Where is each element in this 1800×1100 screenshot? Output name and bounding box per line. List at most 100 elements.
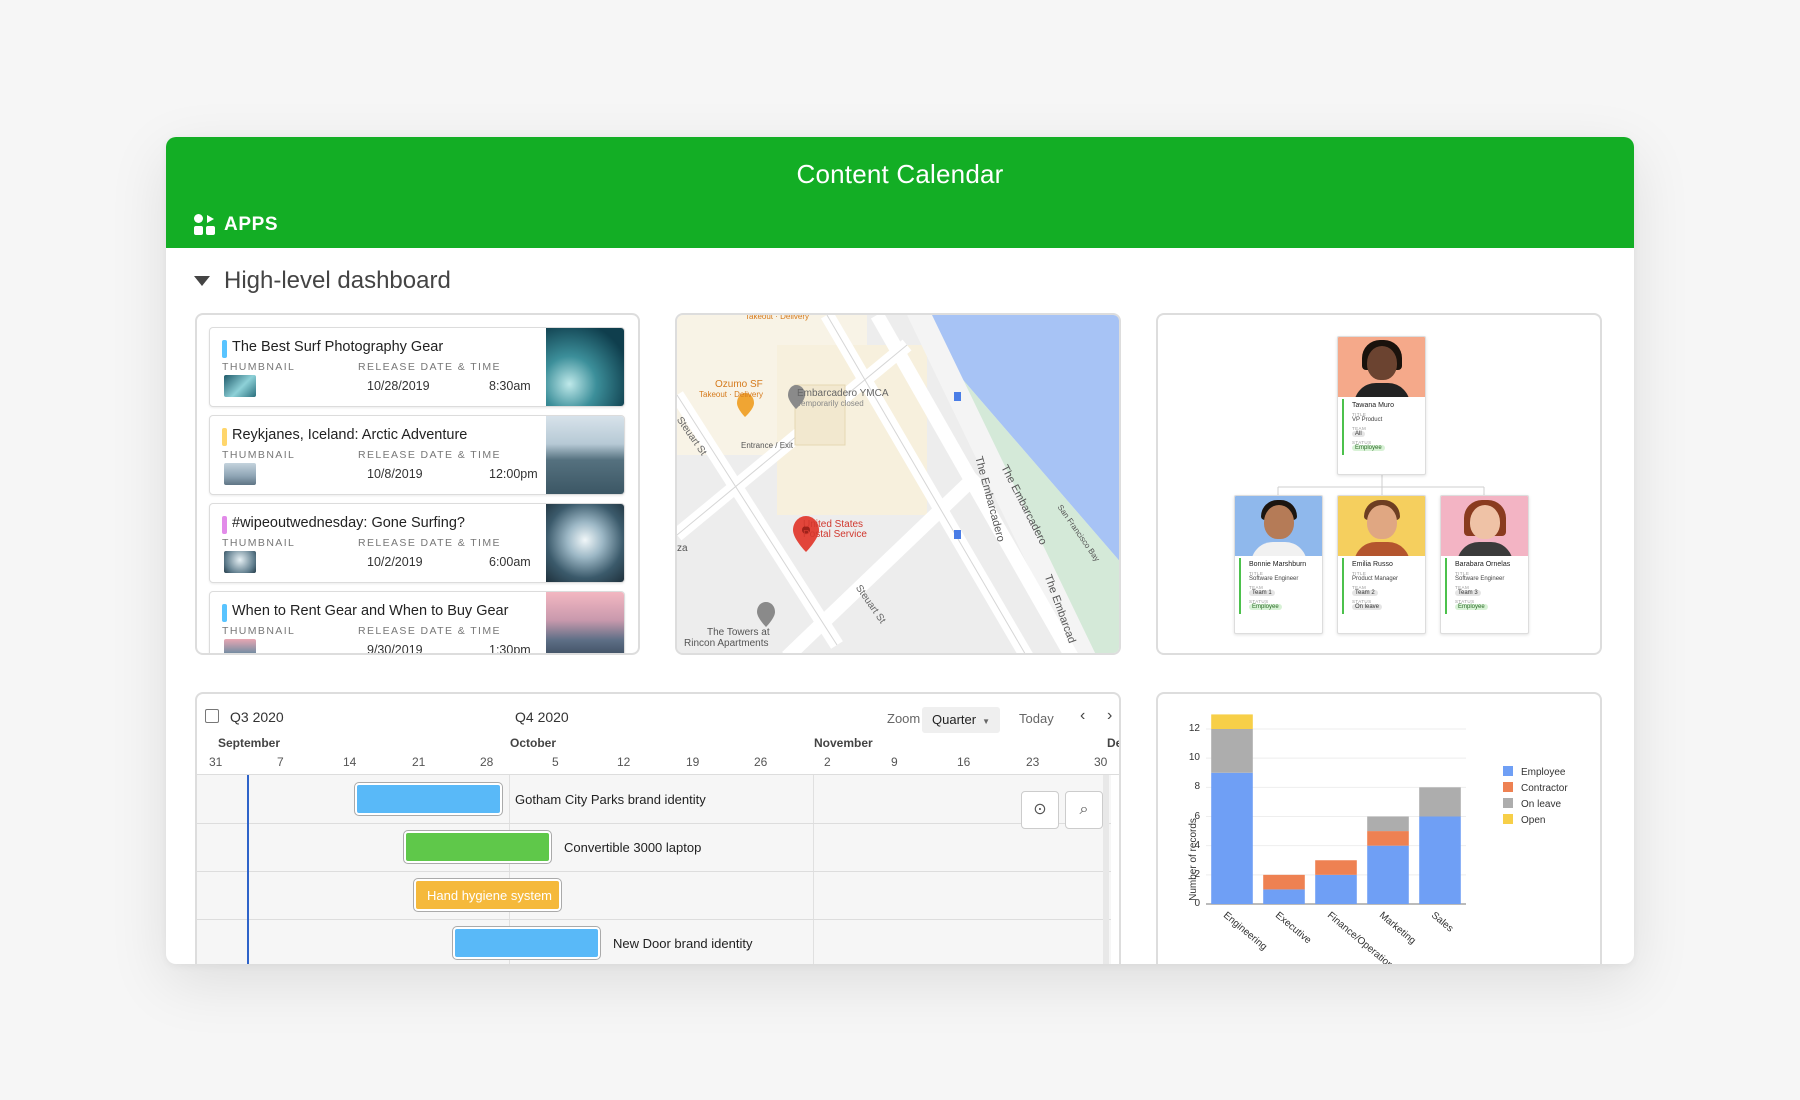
legend-item: Contractor [1503, 782, 1568, 794]
release-date: 10/28/2019 [367, 379, 430, 393]
day-label: 28 [480, 755, 494, 769]
release-date: 9/30/2019 [367, 643, 423, 655]
map-label: Takeout · Delivery [699, 390, 764, 399]
legend-label: Open [1521, 815, 1546, 826]
cover-image [546, 416, 624, 494]
zoom-label: Zoom [887, 711, 921, 726]
day-label: 14 [343, 755, 357, 769]
search-icon: ⌕ [1079, 801, 1089, 818]
bar-segment-contractor[interactable] [1263, 874, 1305, 890]
status-chip: On leave [1352, 604, 1383, 610]
map-label: The Towers at [707, 627, 770, 638]
thumbnail-image [224, 551, 256, 573]
release-label: RELEASE DATE & TIME [358, 537, 501, 549]
record-title: The Best Surf Photography Gear [232, 339, 444, 355]
map-label: Takeout · Delivery [745, 313, 810, 321]
release-time: 8:30am [489, 379, 531, 393]
person-title: Software Engineer [1455, 576, 1505, 582]
record-color-bar [222, 428, 227, 446]
org-card[interactable]: Barabara Ornelas TITLE Software Engineer… [1440, 495, 1529, 634]
map-block[interactable]: Takeout · Delivery Ozumo SF Takeout · De… [675, 313, 1121, 655]
org-card-root[interactable]: Tawana Muro TITLE VP Product TEAM All ST… [1337, 336, 1426, 475]
day-label: 2 [824, 755, 831, 769]
person-title: Software Engineer [1249, 576, 1299, 582]
bar-segment-employee[interactable] [1315, 874, 1357, 904]
day-label: 5 [552, 755, 559, 769]
bar-segment-on-leave[interactable] [1419, 787, 1461, 817]
bar-segment-on-leave[interactable] [1367, 816, 1409, 832]
map-label: za [677, 543, 688, 554]
timeline-bar[interactable] [403, 830, 552, 864]
prev-icon[interactable]: ‹ [1080, 707, 1085, 725]
gallery-record[interactable]: When to Rent Gear and When to Buy Gear T… [209, 591, 625, 655]
thumbnail-label: THUMBNAIL [222, 537, 296, 549]
sidebar-toggle-icon[interactable] [205, 709, 219, 723]
map-label: Entrance / Exit [741, 441, 794, 450]
collapse-triangle-icon[interactable] [194, 276, 210, 286]
gallery-record[interactable]: Reykjanes, Iceland: Arctic Adventure THU… [209, 415, 625, 495]
day-label: 31 [209, 755, 223, 769]
y-tick-label: 0 [1194, 898, 1200, 909]
bar-segment-on-leave[interactable] [1211, 729, 1253, 773]
legend-label: On leave [1521, 799, 1562, 810]
bar-segment-employee[interactable] [1263, 889, 1305, 904]
map-label: Embarcadero YMCA [797, 388, 889, 399]
section-title: High-level dashboard [224, 267, 451, 294]
search-button[interactable]: ⌕ [1065, 791, 1103, 829]
y-tick-label: 6 [1194, 810, 1200, 822]
team-chip: All [1352, 431, 1365, 437]
cover-image [546, 328, 624, 406]
apps-button[interactable]: APPS [194, 214, 278, 236]
day-label: 23 [1026, 755, 1040, 769]
quarter-label: Q3 2020 [230, 709, 284, 725]
gallery-block: The Best Surf Photography Gear THUMBNAIL… [195, 313, 640, 655]
avatar [1441, 496, 1528, 556]
timeline-bar[interactable] [452, 926, 601, 960]
legend-swatch [1503, 782, 1513, 792]
apps-icon [194, 214, 216, 236]
next-icon[interactable]: › [1107, 707, 1112, 725]
person-title: Product Manager [1352, 576, 1399, 582]
team-chip: Team 3 [1455, 590, 1481, 596]
section-toggle[interactable]: High-level dashboard [194, 267, 451, 295]
thumbnail-label: THUMBNAIL [222, 449, 296, 461]
status-chip: Employee [1249, 604, 1282, 610]
record-title: #wipeoutwednesday: Gone Surfing? [232, 515, 465, 531]
y-tick-label: 4 [1194, 839, 1200, 851]
today-button[interactable]: Today [1019, 711, 1054, 726]
month-label: October [510, 736, 557, 750]
app-title: Content Calendar [796, 159, 1004, 189]
person-name: Tawana Muro [1352, 402, 1395, 409]
day-label: 30 [1094, 755, 1108, 769]
timeline-bar[interactable] [354, 782, 503, 816]
release-date: 10/8/2019 [367, 467, 423, 481]
day-label: 21 [412, 755, 426, 769]
thumbnail-image [224, 375, 256, 397]
thumbnail-label: THUMBNAIL [222, 361, 296, 373]
y-tick-label: 2 [1194, 868, 1200, 880]
release-time: 1:30pm [489, 643, 531, 655]
legend-label: Employee [1521, 767, 1566, 778]
release-label: RELEASE DATE & TIME [358, 625, 501, 637]
scrollbar[interactable] [1103, 775, 1109, 964]
timeline-bar-label: Hand hygiene system [427, 888, 553, 903]
org-chart-block: Tawana Muro TITLE VP Product TEAM All ST… [1156, 313, 1602, 655]
org-card[interactable]: Bonnie Marshburn TITLE Software Engineer… [1234, 495, 1323, 634]
timeline-block: Q3 2020 Q4 2020 Zoom Quarter ▼ Today ‹ › … [195, 692, 1121, 964]
bar-segment-employee[interactable] [1367, 845, 1409, 904]
record-title: When to Rent Gear and When to Buy Gear [232, 603, 509, 619]
download-button[interactable]: ⊙ [1021, 791, 1059, 829]
bar-segment-employee[interactable] [1419, 816, 1461, 905]
map-label: Temporarily closed [797, 399, 864, 408]
bar-segment-contractor[interactable] [1315, 860, 1357, 875]
bar-segment-open[interactable] [1211, 714, 1253, 729]
gallery-record[interactable]: The Best Surf Photography Gear THUMBNAIL… [209, 327, 625, 407]
person-name: Emilia Russo [1352, 561, 1393, 568]
legend-item: Employee [1503, 766, 1565, 778]
bar-segment-employee[interactable] [1211, 772, 1253, 904]
zoom-select[interactable]: Quarter ▼ [922, 707, 1000, 733]
org-card[interactable]: Emilia Russo TITLE Product Manager TEAM … [1337, 495, 1426, 634]
bar-segment-contractor[interactable] [1367, 831, 1409, 846]
thumbnail-image [224, 639, 256, 653]
gallery-record[interactable]: #wipeoutwednesday: Gone Surfing? THUMBNA… [209, 503, 625, 583]
